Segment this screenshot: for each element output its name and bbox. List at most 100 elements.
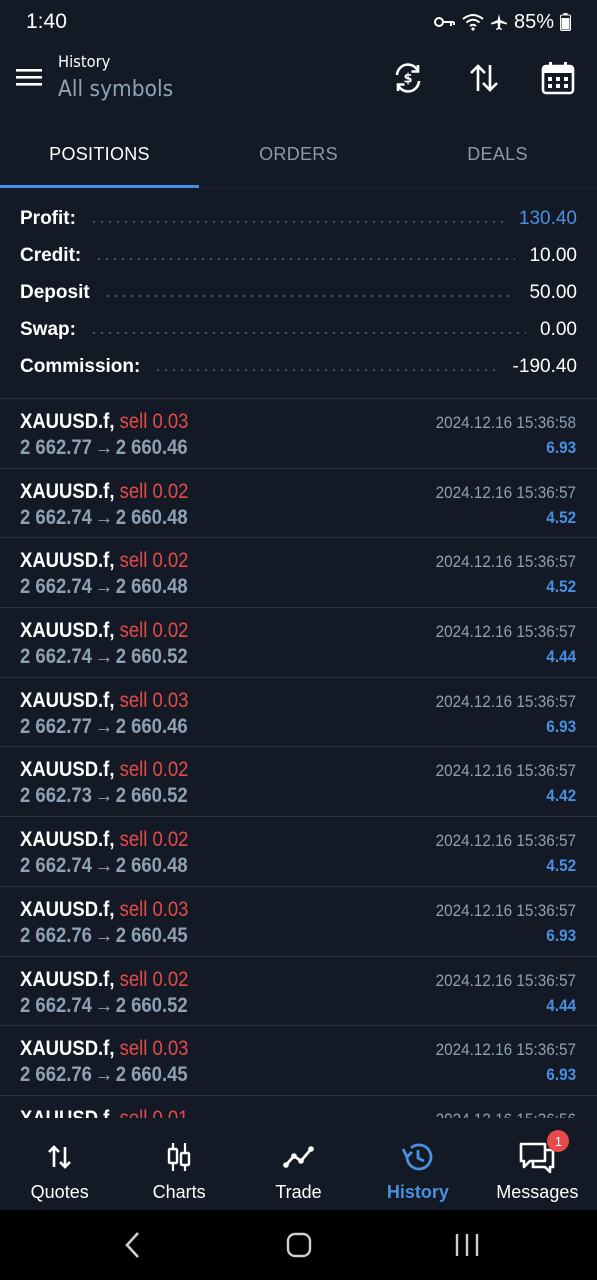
position-profit: 4.44 [546, 995, 576, 1015]
position-symbol: XAUUSD.f, [20, 410, 115, 433]
nav-messages[interactable]: Messages 1 [478, 1118, 597, 1210]
list-item[interactable]: XAUUSD.f, sell 0.03 2 662.77 → 2 660.46 20… [0, 399, 597, 469]
currency-exchange-button[interactable]: $ [388, 58, 428, 98]
battery-icon [560, 13, 571, 31]
calendar-button[interactable] [538, 58, 578, 98]
system-home-button[interactable] [279, 1230, 319, 1260]
page-title: History [58, 52, 111, 71]
position-prices: 2 662.73 → 2 660.52 [20, 784, 188, 808]
list-item[interactable]: XAUUSD.f, sell 0.02 2 662.74 → 2 660.52 20… [0, 608, 597, 678]
open-price: 2 662.74 [20, 505, 92, 529]
bottom-navigation: Quotes Charts Trade History Messages 1 [0, 1118, 597, 1210]
summary-swap-row: Swap: 0.00 [0, 311, 597, 348]
position-symbol: XAUUSD.f, [20, 897, 115, 921]
dotted-leader [89, 331, 527, 334]
list-item[interactable]: XAUUSD.f, sell 0.03 2 662.76 → 2 660.45 20… [0, 887, 597, 957]
list-item[interactable]: XAUUSD.f, sell 0.03 2 662.77 → 2 660.46 20… [0, 678, 597, 748]
position-symbol: XAUUSD.f, [20, 828, 115, 852]
system-navigation-bar [0, 1210, 597, 1280]
sort-button[interactable] [464, 58, 504, 98]
dotted-leader [154, 368, 499, 371]
list-item[interactable]: XAUUSD.f, sell 0.02 2 662.74 → 2 660.48 20… [0, 817, 597, 887]
close-price: 2 660.46 [115, 714, 188, 738]
system-back-button[interactable] [113, 1230, 153, 1260]
list-item[interactable]: XAUUSD.f, sell 0.02 2 662.74 → 2 660.48 20… [0, 538, 597, 609]
symbol-filter[interactable]: All symbols [58, 77, 173, 102]
position-title: XAUUSD.f, sell 0.02 [20, 968, 188, 992]
hamburger-menu-icon [16, 69, 42, 86]
summary-label: Credit: [20, 244, 82, 266]
close-price: 2 660.48 [115, 854, 188, 878]
position-type: sell 0.03 [119, 897, 189, 921]
nav-trade[interactable]: Trade [239, 1118, 358, 1210]
tab-orders[interactable]: ORDERS [199, 122, 398, 187]
open-price: 2 662.74 [20, 645, 92, 669]
trade-icon [282, 1146, 314, 1168]
arrow-right-icon: → [94, 436, 114, 459]
position-title: XAUUSD.f, sell 0.03 [20, 898, 188, 922]
close-price: 2 660.48 [115, 505, 188, 529]
summary-value: 10.00 [529, 244, 577, 266]
list-item[interactable]: XAUUSD.f, sell 0.02 2 662.74 → 2 660.52 20… [0, 957, 597, 1027]
close-price: 2 660.52 [115, 784, 188, 808]
position-profit: 6.93 [546, 438, 576, 457]
open-price: 2 662.77 [20, 436, 92, 459]
position-time: 2024.12.16 15:36:58 [435, 413, 576, 432]
airplane-icon [490, 14, 507, 30]
nav-quotes[interactable]: Quotes [0, 1118, 119, 1210]
header-titles[interactable]: History All symbols [58, 52, 183, 102]
position-type: sell 0.02 [119, 619, 189, 643]
status-time: 1:40 [26, 10, 67, 33]
summary-deposit-row: Deposit 50.00 [0, 274, 597, 311]
position-symbol: XAUUSD.f, [20, 758, 115, 782]
position-profit: 6.93 [546, 1065, 576, 1085]
summary-credit-row: Credit: 10.00 [0, 237, 597, 274]
position-type: sell 0.01 [120, 1107, 189, 1118]
positions-list[interactable]: XAUUSD.f, sell 0.03 2 662.77 → 2 660.46 20… [0, 398, 597, 1118]
vpn-key-icon [433, 17, 455, 27]
arrow-right-icon: → [94, 575, 114, 599]
tab-deals[interactable]: DEALS [398, 122, 597, 187]
position-time: 2024.12.16 15:36:57 [435, 970, 576, 990]
back-chevron-icon [125, 1232, 139, 1258]
position-type: sell 0.02 [119, 479, 189, 503]
position-time: 2024.12.16 15:36:57 [435, 552, 576, 572]
position-symbol: XAUUSD.f, [20, 1107, 114, 1118]
menu-button[interactable] [14, 62, 44, 92]
dotted-leader [89, 220, 505, 223]
arrow-right-icon: → [94, 923, 114, 947]
position-time: 2024.12.16 15:36:57 [435, 900, 576, 920]
close-price: 2 660.48 [115, 575, 188, 599]
list-item[interactable]: XAUUSD.f, sell 0.03 2 662.76 → 2 660.45 20… [0, 1026, 597, 1096]
position-prices: 2 662.76 → 2 660.45 [20, 924, 188, 948]
list-item[interactable]: XAUUSD.f, sell 0.01 2024.12.16 15:36:56 [0, 1096, 597, 1118]
position-symbol: XAUUSD.f, [20, 619, 115, 643]
quotes-icon [47, 1145, 71, 1169]
position-type: sell 0.02 [119, 828, 189, 852]
position-type: sell 0.03 [119, 688, 189, 712]
list-item[interactable]: XAUUSD.f, sell 0.02 2 662.74 → 2 660.48 20… [0, 469, 597, 539]
position-profit: 4.44 [546, 647, 576, 667]
unread-badge: 1 [547, 1130, 570, 1152]
wifi-icon [462, 14, 484, 31]
summary-label: Profit: [20, 207, 76, 229]
position-time: 2024.12.16 15:36:57 [435, 691, 576, 711]
position-type: sell 0.03 [119, 410, 189, 433]
position-title: XAUUSD.f, sell 0.02 [20, 828, 188, 852]
nav-history[interactable]: History [358, 1118, 477, 1210]
list-item[interactable]: XAUUSD.f, sell 0.02 2 662.73 → 2 660.52 20… [0, 747, 597, 818]
position-title: XAUUSD.f, sell 0.01 [20, 1107, 188, 1118]
history-tabs: POSITIONS ORDERS DEALS [0, 122, 597, 188]
position-profit: 4.52 [546, 856, 576, 876]
open-price: 2 662.76 [20, 1063, 92, 1087]
position-type: sell 0.03 [119, 1037, 189, 1061]
position-profit: 4.42 [546, 786, 576, 806]
position-type: sell 0.02 [119, 758, 189, 782]
position-prices: 2 662.74 → 2 660.48 [20, 506, 188, 530]
nav-charts[interactable]: Charts [119, 1118, 238, 1210]
arrow-right-icon: → [94, 505, 114, 529]
sort-icon [470, 64, 498, 92]
open-price: 2 662.73 [20, 784, 92, 808]
system-recents-button[interactable] [447, 1230, 487, 1260]
tab-positions[interactable]: POSITIONS [0, 122, 199, 188]
